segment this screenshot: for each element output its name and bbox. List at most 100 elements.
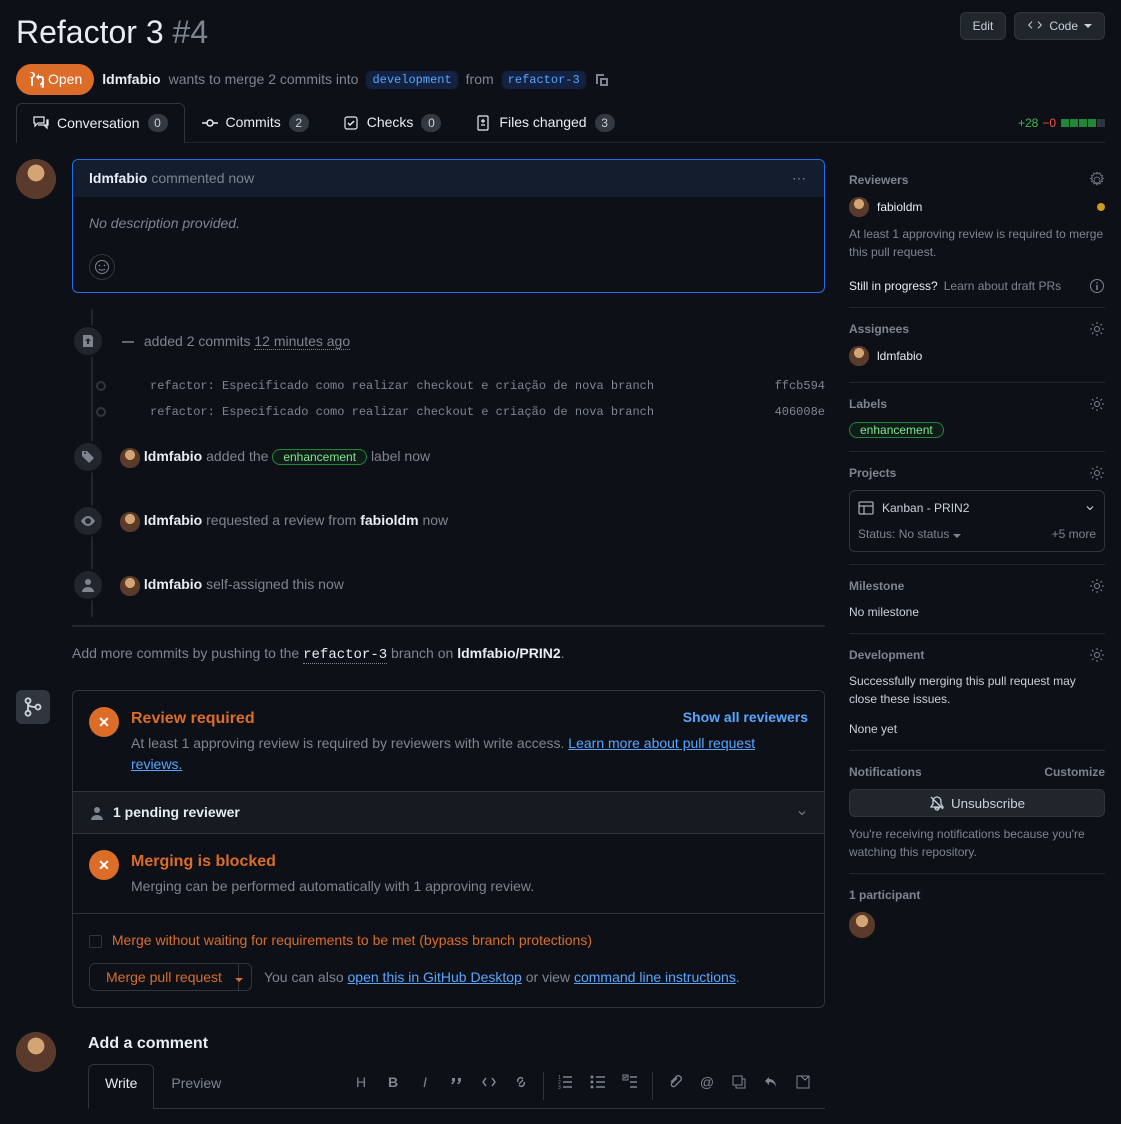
bypass-checkbox[interactable] (89, 935, 102, 948)
event-author[interactable]: ldmfabio (144, 448, 202, 464)
merge-dropdown-button[interactable] (227, 963, 252, 991)
event-author[interactable]: ldmfabio (144, 512, 202, 528)
pr-description-comment: ldmfabio commented now ⋯ No description … (72, 159, 825, 293)
gear-icon[interactable] (1089, 465, 1105, 481)
assign-event-text: ldmfabio self-assigned this now (120, 574, 344, 595)
add-reaction-button[interactable] (89, 254, 115, 280)
participant-avatar[interactable] (849, 912, 875, 938)
command-line-link[interactable]: command line instructions (574, 969, 736, 985)
assignees-heading[interactable]: Assignees (849, 320, 909, 338)
participants-heading: 1 participant (849, 886, 1105, 904)
cross-reference-icon[interactable] (725, 1068, 753, 1096)
tab-conversation[interactable]: Conversation 0 (16, 103, 185, 143)
tab-checks-count: 0 (421, 114, 441, 132)
avatar-small[interactable] (849, 346, 869, 366)
avatar[interactable] (16, 1032, 56, 1072)
bold-icon[interactable]: B (379, 1068, 407, 1096)
avatar-small[interactable] (120, 512, 140, 532)
saved-reply-icon[interactable] (789, 1068, 817, 1096)
reply-icon[interactable] (757, 1068, 785, 1096)
tag-icon (80, 449, 96, 465)
project-card[interactable]: Kanban - PRIN2 Status: No status +5 more (849, 490, 1105, 552)
copy-icon[interactable] (594, 72, 610, 88)
avatar-small[interactable] (120, 448, 140, 468)
commit-message[interactable]: refactor: Especificado como realizar che… (142, 377, 775, 395)
avatar[interactable] (16, 159, 56, 199)
commit-sha[interactable]: 406008e (775, 403, 825, 421)
reviewers-heading[interactable]: Reviewers (849, 171, 908, 189)
unsubscribe-button[interactable]: Unsubscribe (849, 789, 1105, 817)
commit-row[interactable]: refactor: Especificado como realizar che… (80, 399, 825, 425)
bypass-label[interactable]: Merge without waiting for requirements t… (112, 932, 592, 948)
push-hint-mid: branch on (391, 645, 453, 661)
gear-icon[interactable] (1089, 396, 1105, 412)
label-pill[interactable]: enhancement (272, 449, 367, 465)
projects-heading[interactable]: Projects (849, 464, 896, 482)
project-status[interactable]: Status: No status (858, 525, 961, 543)
tab-checks[interactable]: Checks 0 (326, 103, 459, 142)
link-icon[interactable] (507, 1068, 535, 1096)
info-icon[interactable] (1089, 278, 1105, 294)
meta-from: from (466, 69, 494, 90)
commit-sha[interactable]: ffcb594 (775, 377, 825, 395)
review-required-icon: ✕ (89, 707, 119, 737)
tab-files-count: 3 (595, 114, 615, 132)
assignee-name[interactable]: ldmfabio (877, 347, 922, 365)
pending-reviewer-text: 1 pending reviewer (113, 802, 240, 823)
base-branch[interactable]: development (366, 71, 457, 89)
code-button[interactable]: Code (1014, 12, 1105, 40)
label-pill[interactable]: enhancement (849, 422, 944, 438)
code-icon[interactable] (475, 1068, 503, 1096)
development-heading[interactable]: Development (849, 646, 924, 664)
comment-menu-button[interactable]: ⋯ (792, 168, 808, 189)
comment-discussion-icon (33, 115, 49, 131)
chevron-down-icon[interactable] (1084, 502, 1096, 514)
push-hint-branch[interactable]: refactor-3 (303, 647, 387, 664)
push-event-badge (72, 325, 104, 357)
gear-icon[interactable] (1089, 172, 1105, 188)
edit-button[interactable]: Edit (960, 12, 1007, 40)
project-name[interactable]: Kanban - PRIN2 (882, 499, 969, 517)
mention-icon[interactable]: @ (693, 1068, 721, 1096)
attach-icon[interactable] (661, 1068, 689, 1096)
tab-files[interactable]: Files changed 3 (458, 103, 631, 142)
pr-author[interactable]: ldmfabio (102, 69, 160, 90)
push-hint-prefix: Add more commits by pushing to the (72, 645, 299, 661)
tab-commits[interactable]: Commits 2 (185, 103, 326, 142)
show-all-reviewers-link[interactable]: Show all reviewers (683, 707, 808, 728)
commit-message[interactable]: refactor: Especificado como realizar che… (142, 403, 775, 421)
heading-icon[interactable]: H (347, 1068, 375, 1096)
project-more[interactable]: +5 more (1052, 525, 1096, 543)
merge-button[interactable]: Merge pull request (89, 963, 239, 991)
notifications-customize[interactable]: Customize (1044, 763, 1105, 781)
draft-link[interactable]: Learn about draft PRs (944, 277, 1061, 295)
gear-icon[interactable] (1089, 321, 1105, 337)
gear-icon[interactable] (1089, 647, 1105, 663)
avatar-small[interactable] (849, 197, 869, 217)
event-reviewer[interactable]: fabioldm (360, 512, 418, 528)
milestone-heading[interactable]: Milestone (849, 577, 904, 595)
italic-icon[interactable]: I (411, 1068, 439, 1096)
code-button-label: Code (1049, 19, 1078, 33)
open-desktop-link[interactable]: open this in GitHub Desktop (348, 969, 522, 985)
head-branch[interactable]: refactor-3 (502, 71, 586, 89)
added-commits-time[interactable]: 12 minutes ago (254, 333, 350, 350)
diff-deletions: −0 (1042, 114, 1056, 132)
commit-row[interactable]: refactor: Especificado como realizar che… (80, 373, 825, 399)
push-hint-repo[interactable]: ldmfabio/PRIN2 (457, 645, 560, 661)
labels-heading[interactable]: Labels (849, 395, 887, 413)
comment-author[interactable]: ldmfabio (89, 168, 147, 189)
composer-tab-preview[interactable]: Preview (154, 1064, 238, 1108)
avatar-small[interactable] (120, 576, 140, 596)
list-unordered-icon[interactable] (584, 1068, 612, 1096)
reviewer-name[interactable]: fabioldm (877, 198, 922, 216)
pending-reviewer-row[interactable]: 1 pending reviewer (73, 792, 824, 834)
status-label: Open (48, 69, 82, 90)
label-event-badge (72, 441, 104, 473)
gear-icon[interactable] (1089, 578, 1105, 594)
quote-icon[interactable] (443, 1068, 471, 1096)
list-ordered-icon[interactable]: 123 (552, 1068, 580, 1096)
tasklist-icon[interactable] (616, 1068, 644, 1096)
event-author[interactable]: ldmfabio (144, 576, 202, 592)
composer-tab-write[interactable]: Write (88, 1064, 154, 1109)
